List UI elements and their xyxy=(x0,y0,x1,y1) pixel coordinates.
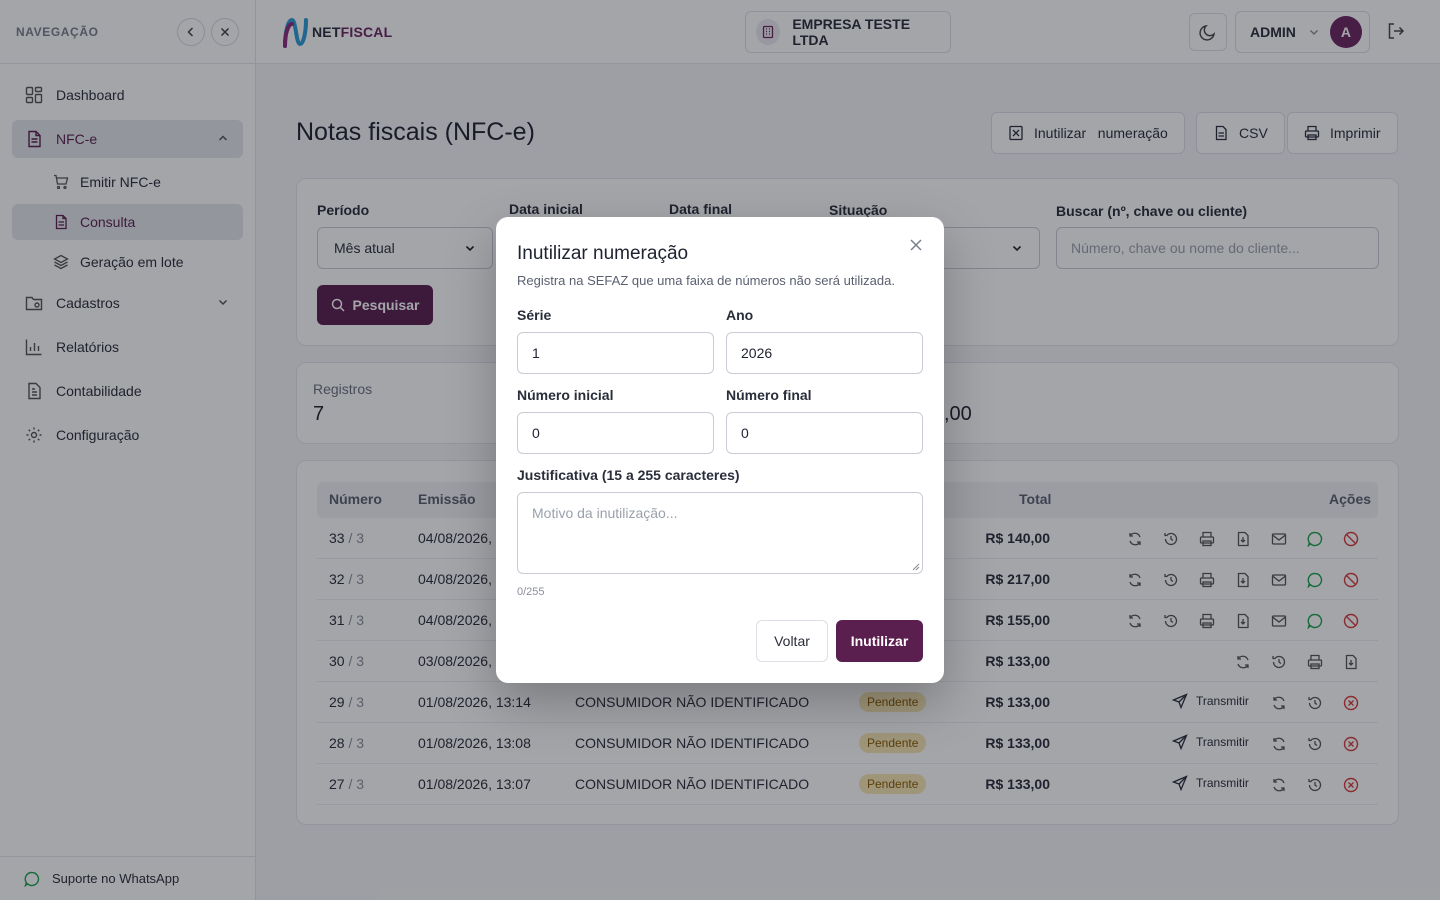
character-counter: 0/255 xyxy=(517,586,545,598)
numero-inicial-label: Número inicial xyxy=(517,387,614,403)
modal-title: Inutilizar numeração xyxy=(517,243,689,264)
numero-final-label: Número final xyxy=(726,387,812,403)
inutilizar-confirm-button[interactable]: Inutilizar xyxy=(836,620,923,662)
inutilizar-modal: Inutilizar numeração Registra na SEFAZ q… xyxy=(496,217,944,683)
numero-inicial-input[interactable]: 0 xyxy=(517,412,714,454)
justificativa-textarea[interactable]: Motivo da inutilização... xyxy=(517,492,923,574)
resize-handle-icon[interactable] xyxy=(912,563,920,571)
close-icon xyxy=(910,239,922,251)
modal-close-button[interactable] xyxy=(908,237,924,253)
justificativa-placeholder: Motivo da inutilização... xyxy=(532,505,678,521)
modal-subtitle: Registra na SEFAZ que uma faixa de númer… xyxy=(517,273,895,288)
ano-input[interactable]: 2026 xyxy=(726,332,923,374)
justificativa-label: Justificativa (15 a 255 caracteres) xyxy=(517,467,740,483)
serie-label: Série xyxy=(517,307,552,323)
ano-label: Ano xyxy=(726,307,754,323)
serie-input[interactable]: 1 xyxy=(517,332,714,374)
numero-final-input[interactable]: 0 xyxy=(726,412,923,454)
voltar-button[interactable]: Voltar xyxy=(756,620,828,662)
